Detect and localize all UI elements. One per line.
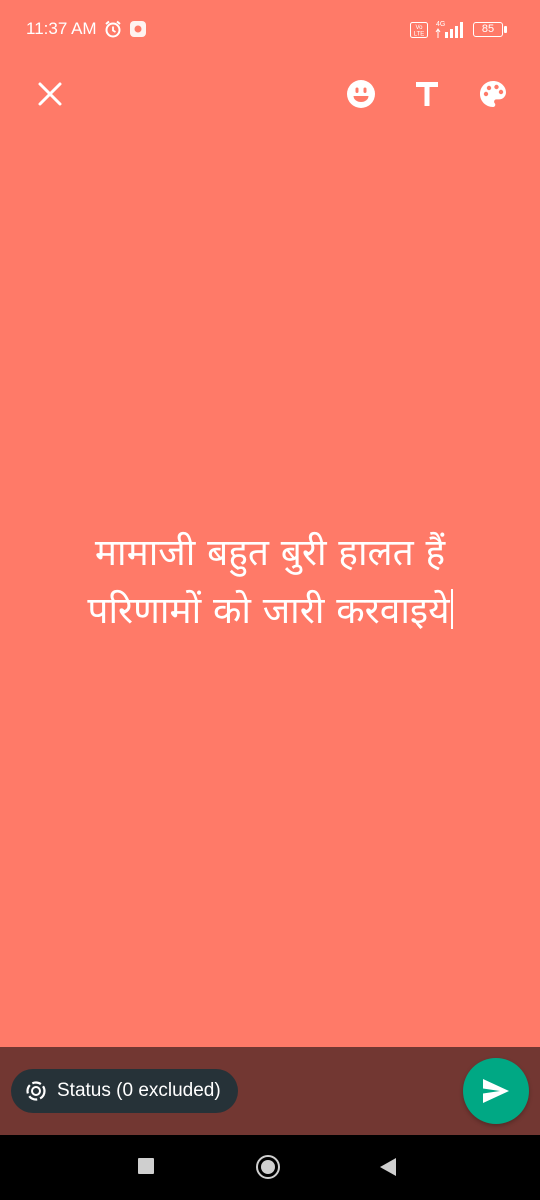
palette-icon: [480, 81, 506, 107]
clock: 11:37 AM: [26, 19, 97, 38]
status-privacy-label: Status (0 excluded): [57, 1080, 221, 1101]
notification-app-icon: [129, 20, 147, 42]
status-composer-screen: 11:37 AM Vo LTE 4G 85 मामाजी बहुत बुरी ह…: [0, 0, 540, 1200]
status-text-input[interactable]: मामाजी बहुत बुरी हालत हैं परिणामों को जा…: [20, 524, 520, 640]
battery-level: 85: [481, 23, 495, 35]
status-text-line-2-content: परिणामों को जारी करवाइये: [87, 589, 450, 632]
status-text-line-1: मामाजी बहुत बुरी हालत हैं: [94, 531, 446, 574]
home-icon-inner: [261, 1160, 275, 1174]
back-icon[interactable]: [380, 1158, 396, 1176]
status-text-line-2: परिणामों को जारी करवाइये: [20, 582, 520, 640]
network-label: 4G: [436, 21, 445, 28]
emoji-button[interactable]: [337, 70, 385, 118]
system-status-bar: 11:37 AM Vo LTE 4G 85: [0, 0, 540, 60]
volte-icon: Vo LTE: [410, 22, 428, 42]
close-button[interactable]: [26, 70, 74, 118]
text-cursor: [450, 589, 453, 629]
send-button[interactable]: [463, 1058, 529, 1124]
alarm-icon: [103, 19, 123, 43]
color-palette-button[interactable]: [469, 70, 517, 118]
send-icon: [483, 1079, 509, 1103]
battery-tip: [504, 26, 507, 33]
emoji-icon: [347, 80, 375, 108]
svg-text:Vo: Vo: [415, 25, 423, 31]
battery-icon: 85: [473, 22, 503, 37]
text-style-button[interactable]: [403, 70, 451, 118]
svg-text:LTE: LTE: [414, 32, 425, 38]
status-ring-icon: [25, 1080, 47, 1102]
recent-apps-icon[interactable]: [138, 1158, 154, 1174]
close-icon: [38, 82, 62, 106]
signal-icon: 4G: [434, 18, 468, 44]
status-privacy-chip[interactable]: Status (0 excluded): [11, 1069, 238, 1113]
text-format-icon: [416, 82, 438, 106]
